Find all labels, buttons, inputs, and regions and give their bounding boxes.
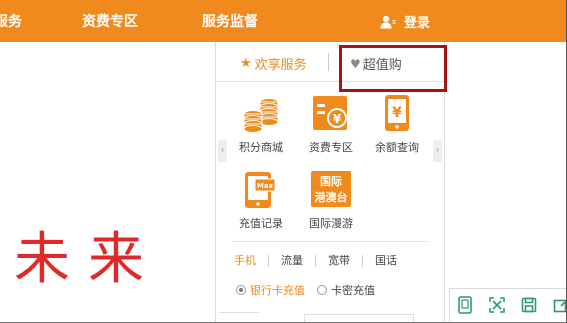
fit-screen-icon[interactable] bbox=[486, 294, 508, 316]
coins-icon bbox=[239, 94, 283, 134]
headline-text: 未来 bbox=[14, 227, 162, 292]
service-label: 充值记录 bbox=[239, 217, 283, 230]
service-balance-query[interactable]: ¥ 余额查询 bbox=[366, 94, 428, 155]
service-label: 国际漫游 bbox=[309, 217, 353, 230]
form-field-edge bbox=[219, 312, 259, 322]
service-label: 资费专区 bbox=[309, 141, 353, 154]
nav-item-tariff-zone[interactable]: 资费专区 bbox=[82, 11, 138, 31]
subtab-data[interactable]: 流量 bbox=[268, 255, 315, 267]
radio-bank-card[interactable] bbox=[236, 285, 246, 295]
panel-divider bbox=[232, 241, 428, 242]
user-icon bbox=[380, 15, 396, 28]
svg-text:¥: ¥ bbox=[392, 105, 402, 121]
subtab-mobile[interactable]: 手机 bbox=[232, 255, 268, 267]
radio-label: 银行卡充值 bbox=[250, 284, 305, 297]
tab-enjoy-service[interactable]: ★ 欢享服务 bbox=[240, 54, 307, 73]
recharge-method-radios: 银行卡充值 卡密充值 bbox=[236, 282, 375, 298]
phone-input[interactable] bbox=[304, 314, 414, 322]
page: 服务 资费专区 服务监督 登录 未来 ★ 欢享服务 ♥ 超值购 ‹ bbox=[0, 0, 567, 323]
phone-frame-icon[interactable] bbox=[454, 294, 476, 316]
login-label: 登录 bbox=[404, 16, 431, 31]
radio-label: 卡密充值 bbox=[331, 284, 375, 297]
star-icon: ★ bbox=[240, 56, 252, 71]
service-label: 余额查询 bbox=[375, 141, 419, 154]
edit-icon[interactable] bbox=[550, 294, 566, 316]
yen-tag-icon: ¥ bbox=[309, 94, 353, 134]
carousel-next-arrow[interactable]: › bbox=[433, 140, 442, 162]
carousel-prev-arrow[interactable]: ‹ bbox=[218, 140, 227, 162]
service-recharge-records[interactable]: Max 充值记录 bbox=[230, 170, 292, 231]
tab-divider bbox=[328, 53, 329, 71]
service-tariff-zone[interactable]: ¥ 资费专区 bbox=[300, 94, 362, 155]
intl-roaming-icon: 国际 港澳台 bbox=[309, 170, 353, 210]
service-intl-roaming[interactable]: 国际 港澳台 国际漫游 bbox=[300, 170, 362, 231]
svg-text:Max: Max bbox=[257, 182, 274, 190]
badge-line-1: 国际 bbox=[320, 174, 342, 188]
tab-label: 欢享服务 bbox=[254, 58, 307, 73]
phone-yen-icon: ¥ bbox=[375, 94, 419, 134]
highlight-box bbox=[339, 45, 447, 92]
radio-card-pin[interactable] bbox=[317, 285, 327, 295]
tool-bar bbox=[449, 288, 566, 322]
service-label: 积分商城 bbox=[239, 141, 283, 154]
svg-text:¥: ¥ bbox=[333, 112, 342, 126]
badge-line-2: 港澳台 bbox=[315, 190, 348, 204]
service-points-mall[interactable]: 积分商城 bbox=[230, 94, 292, 155]
nav-item-service-supervision[interactable]: 服务监督 bbox=[202, 11, 258, 31]
phone-max-icon: Max bbox=[239, 170, 283, 210]
nav-item-service[interactable]: 服务 bbox=[0, 11, 22, 31]
recharge-type-tabs: 手机 流量 宽带 国话 bbox=[232, 255, 409, 267]
top-nav-bar: 服务 资费专区 服务监督 登录 bbox=[0, 0, 566, 42]
login-button[interactable]: 登录 bbox=[380, 12, 430, 31]
save-icon[interactable] bbox=[518, 294, 540, 316]
subtab-intl-call[interactable]: 国话 bbox=[362, 255, 409, 267]
subtab-broadband[interactable]: 宽带 bbox=[315, 255, 362, 267]
